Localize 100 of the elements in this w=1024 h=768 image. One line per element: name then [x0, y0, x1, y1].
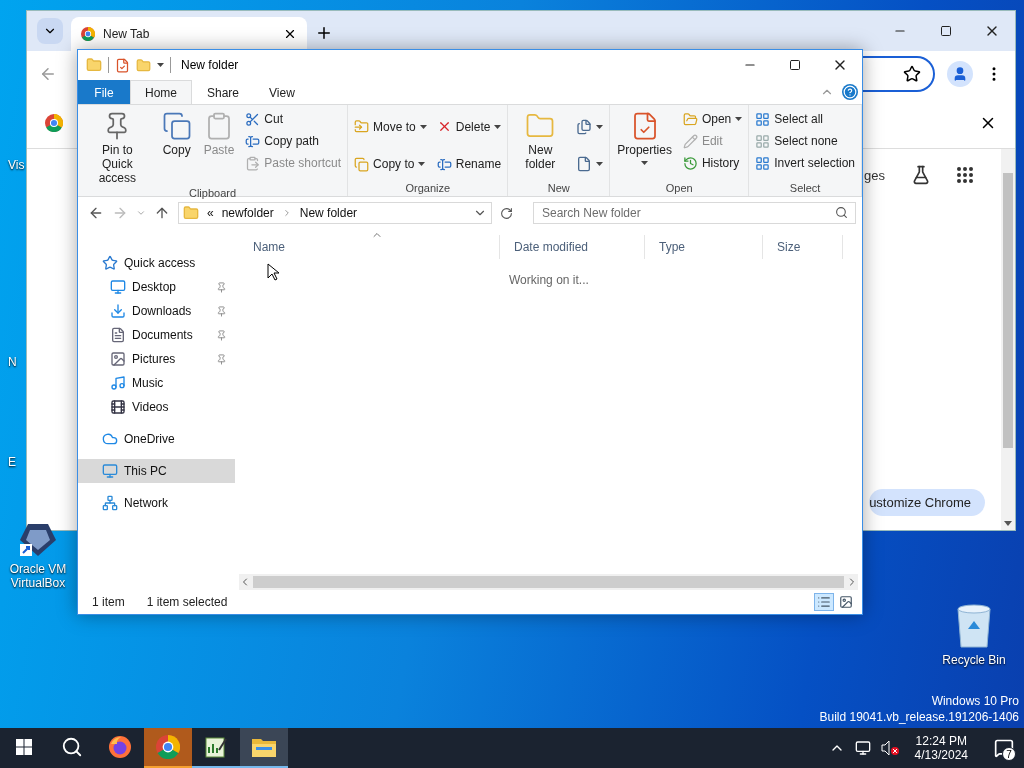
group-label: Organize [405, 182, 451, 194]
column-header[interactable]: Type [645, 235, 763, 259]
column-header[interactable]: Date modified [500, 235, 645, 259]
ribbon-button[interactable]: Copy [158, 109, 195, 160]
pencil-icon [682, 133, 698, 149]
caret-icon [735, 117, 743, 121]
search-icon[interactable] [61, 736, 83, 758]
window-title: New folder [181, 58, 239, 72]
chrome-icon[interactable] [156, 735, 180, 759]
group-label: Clipboard [189, 187, 237, 200]
ribbon-tab[interactable]: View [254, 80, 310, 104]
nav-item[interactable]: Music [78, 371, 235, 395]
file-icon [576, 156, 593, 173]
folder-icon[interactable] [252, 737, 276, 757]
monitor-icon [110, 279, 126, 295]
document-icon [110, 327, 126, 343]
address-field[interactable]: « newfolder New folder [178, 202, 492, 224]
ribbon-button[interactable]: Copy path [243, 131, 344, 151]
ribbon-button[interactable]: Move to [352, 116, 429, 137]
ribbon-button[interactable]: Rename [434, 154, 504, 175]
nav-item[interactable]: Desktop [78, 275, 235, 299]
ribbon-button[interactable]: Properties [614, 109, 675, 167]
star-icon [102, 255, 118, 271]
help-icon[interactable] [842, 84, 858, 100]
edition-text: Windows 10 Pro [931, 694, 1019, 708]
network-icon [102, 495, 118, 511]
monitor-icon [102, 463, 118, 479]
taskbar-button[interactable] [240, 728, 288, 768]
profile-button[interactable] [947, 61, 973, 87]
back-icon[interactable] [88, 205, 104, 221]
shortcut-icon[interactable] [18, 522, 58, 558]
icon-label: N [8, 355, 17, 369]
properties-icon[interactable] [115, 57, 130, 73]
chrome-icon[interactable] [81, 27, 95, 41]
nav-item[interactable]: OneDrive [78, 427, 235, 451]
nav-item[interactable]: Documents [78, 323, 235, 347]
nav-item[interactable]: Quick access [78, 251, 235, 275]
maximize-icon[interactable] [940, 25, 952, 37]
browser-tab[interactable]: New Tab [71, 17, 307, 51]
ribbon-button[interactable]: Open [680, 109, 745, 129]
folder-icon [183, 205, 199, 221]
customize-button[interactable]: ustomize Chrome [869, 489, 985, 516]
ribbon-button[interactable]: Delete [434, 116, 504, 137]
clipboard-icon [245, 155, 261, 171]
breadcrumb[interactable]: New folder [299, 206, 358, 220]
scroll-down-icon[interactable] [1004, 521, 1012, 526]
ribbon-button[interactable]: Invert selection [753, 153, 857, 173]
tab-list-button[interactable] [37, 18, 63, 44]
ribbon-tab[interactable]: Home [130, 80, 192, 104]
ribbon-tab[interactable]: File [78, 80, 130, 104]
column-header[interactable]: Size [763, 235, 843, 259]
chart-document-icon[interactable] [205, 736, 227, 758]
ribbon-button[interactable]: New folder [512, 109, 569, 174]
nav-item[interactable]: Downloads [78, 299, 235, 323]
page-link[interactable]: ges [864, 167, 885, 183]
grid-icon [755, 111, 771, 127]
nav-item[interactable]: Network [78, 491, 235, 515]
up-icon[interactable] [154, 205, 170, 221]
recycle-bin-icon[interactable] [954, 603, 994, 649]
clock[interactable]: 12:24 PM 4/13/2024 [914, 734, 968, 762]
ribbon-button[interactable]: Cut [243, 109, 344, 129]
edition-text: Build 19041.vb_release.191206-1406 [819, 710, 1019, 724]
close-icon[interactable] [283, 27, 297, 41]
ribbon-button[interactable]: History [680, 153, 745, 173]
icon-label: Recycle Bin [942, 653, 1006, 668]
scrollbar[interactable] [1001, 149, 1015, 530]
column-header[interactable]: Name [239, 235, 500, 259]
path-icon [245, 133, 261, 149]
chrome-icon[interactable] [45, 113, 63, 132]
flask-icon[interactable] [911, 165, 931, 185]
status-text: 1 item [92, 595, 125, 609]
apps-grid-icon[interactable] [957, 167, 973, 183]
caret-icon [641, 160, 649, 165]
grid-icon [755, 133, 771, 149]
firefox-icon[interactable] [108, 735, 132, 759]
ribbon-button[interactable]: Select all [753, 109, 857, 129]
group-label: New [547, 182, 570, 194]
notification-button[interactable]: 7 [984, 728, 1024, 768]
ribbon-button[interactable]: Copy to [352, 154, 429, 175]
folder-icon [86, 57, 102, 73]
star-icon[interactable] [903, 65, 921, 83]
ribbon-button[interactable]: Select none [753, 131, 857, 151]
search-field[interactable]: Search New folder [533, 202, 856, 224]
scissors-icon [245, 111, 261, 127]
search-icon[interactable] [835, 206, 848, 219]
network-icon[interactable] [854, 740, 871, 756]
message-icon [994, 738, 1014, 758]
nav-item[interactable]: Pictures [78, 347, 235, 371]
icon-label: E [8, 455, 16, 469]
nav-item[interactable]: This PC [78, 459, 235, 483]
refresh-icon[interactable] [500, 206, 513, 220]
nav-item[interactable]: Videos [78, 395, 235, 419]
ribbon-button[interactable]: Pin to Quick access [82, 109, 153, 188]
view-button[interactable] [814, 593, 834, 611]
new-tab-icon[interactable] [315, 24, 333, 42]
maximize-icon[interactable] [788, 59, 801, 71]
breadcrumb[interactable]: newfolder [221, 206, 274, 220]
muted-speaker-icon[interactable] [880, 740, 899, 756]
ribbon-tab[interactable]: Share [192, 80, 255, 104]
history-icon [682, 155, 698, 171]
